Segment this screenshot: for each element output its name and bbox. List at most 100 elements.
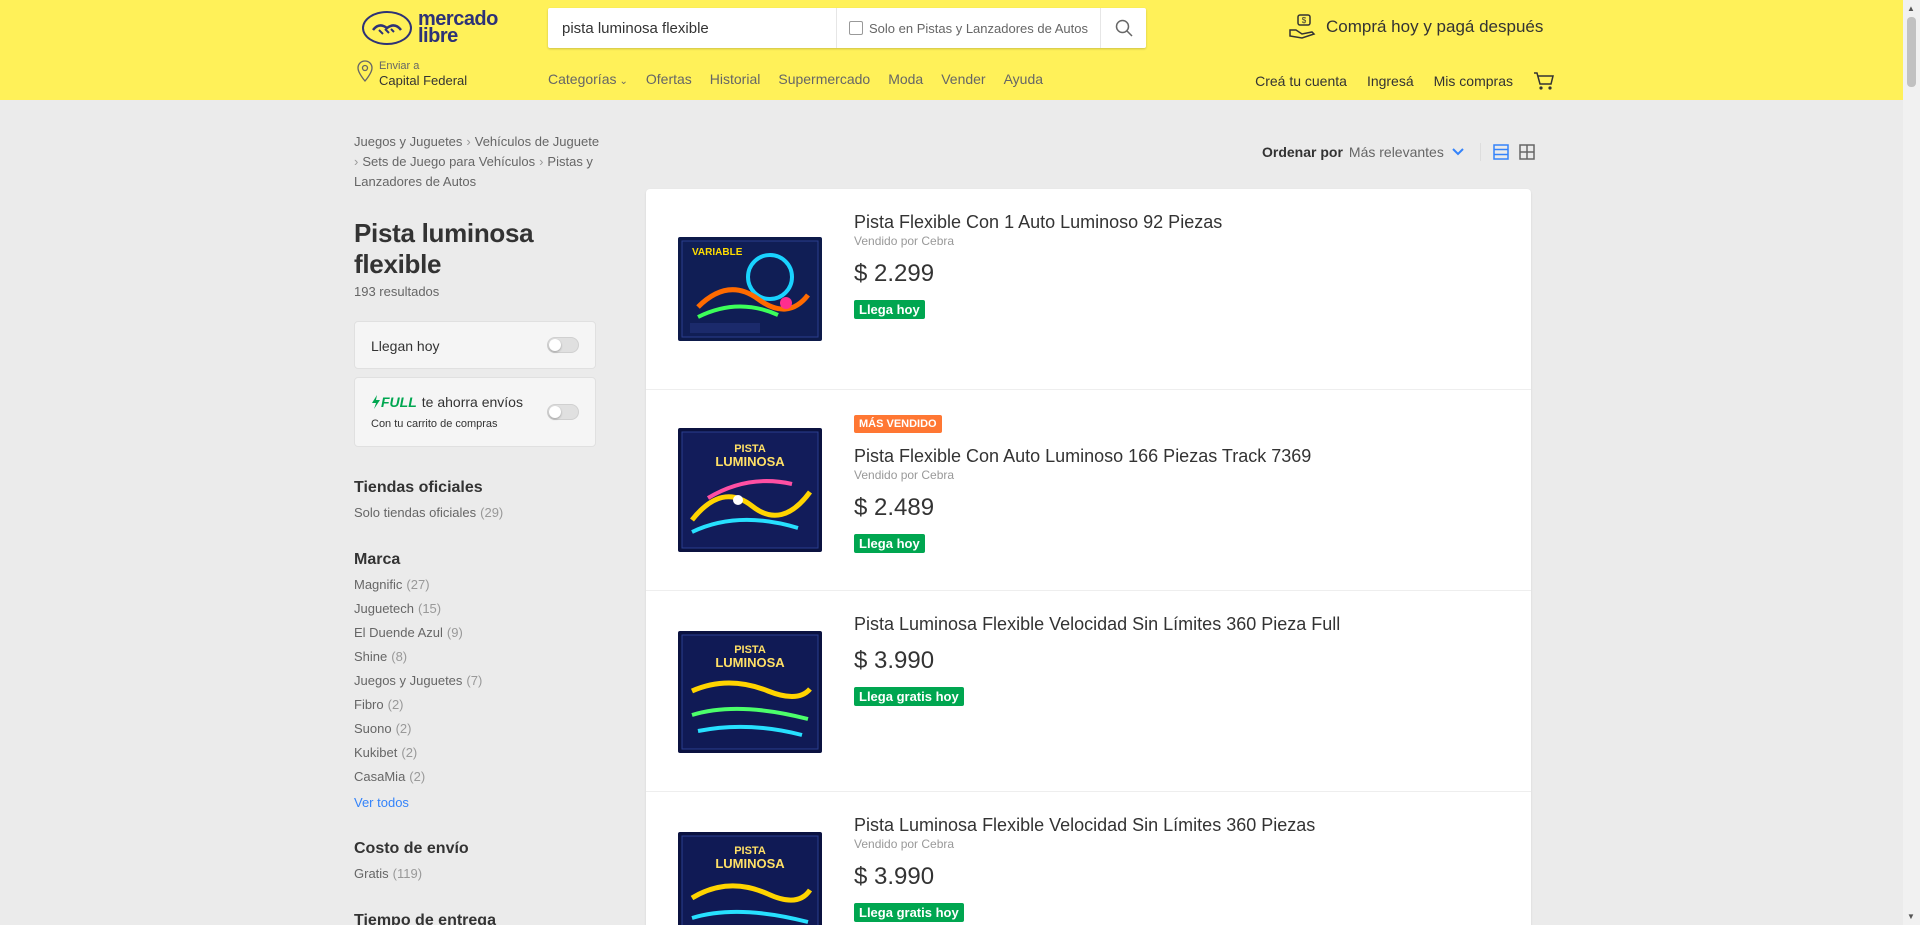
box-art-text: LUMINOSA (715, 856, 785, 871)
marca-filter-item[interactable]: Fibro (2) (354, 697, 624, 713)
sort-dropdown[interactable]: Más relevantes (1349, 144, 1464, 160)
product-title[interactable]: Pista Luminosa Flexible Velocidad Sin Lí… (854, 613, 1340, 635)
filter-link-label: Gratis (354, 866, 389, 881)
filter-full[interactable]: FULL te ahorra envíos Con tu carrito de … (354, 377, 596, 447)
breadcrumb-item[interactable]: Juegos y Juguetes (354, 134, 462, 149)
sort-label: Ordenar por (1262, 144, 1343, 160)
promo-text: Comprá hoy y pagá después (1326, 17, 1544, 36)
scroll-down-icon[interactable]: ▼ (1907, 912, 1915, 921)
full-text: te ahorra envíos (421, 394, 523, 410)
nav-categorias[interactable]: Categorías ⌄ (548, 71, 628, 87)
marca-filter-item[interactable]: Suono (2) (354, 721, 624, 737)
result-item[interactable]: PISTA LUMINOSA MÁS VENDIDO Pista Flexibl… (646, 390, 1531, 591)
section-entrega: Tiempo de entrega (354, 912, 496, 925)
marca-filter-count: (2) (395, 721, 412, 736)
product-title[interactable]: Pista Luminosa Flexible Velocidad Sin Lí… (854, 814, 1315, 836)
marca-filter-label: Shine (354, 649, 388, 664)
grid-view-icon[interactable] (1519, 144, 1535, 160)
result-item[interactable]: PISTA LUMINOSA Pista Luminosa Flexible V… (646, 792, 1531, 925)
nav-historial[interactable]: Historial (710, 71, 761, 87)
box-art-text: VARIABLE (692, 247, 743, 258)
marca-filter-item[interactable]: Juegos y Juguetes (7) (354, 673, 624, 689)
box-art-text: LUMINOSA (715, 454, 785, 469)
create-account-link[interactable]: Creá tu cuenta (1255, 73, 1347, 89)
chevron-down-icon (1452, 148, 1464, 156)
chevron-down-icon: ⌄ (619, 76, 628, 87)
nav-ofertas[interactable]: Ofertas (646, 71, 692, 87)
full-line: FULL te ahorra envíos (371, 394, 523, 410)
sort-bar: Ordenar por Más relevantes (1262, 143, 1535, 161)
mercadolibre-logo[interactable]: mercado libre (362, 9, 502, 46)
shipping-badge: Llega gratis hoy (854, 903, 964, 922)
search-icon (1115, 19, 1133, 37)
logo-text: mercado libre (418, 9, 498, 46)
shipping-badge: Llega hoy (854, 300, 925, 319)
checkbox-box[interactable] (849, 21, 863, 35)
nav-supermercado[interactable]: Supermercado (778, 71, 870, 87)
breadcrumb-item[interactable]: Sets de Juego para Vehículos (362, 154, 535, 169)
scroll-thumb[interactable] (1907, 17, 1916, 87)
product-title[interactable]: Pista Flexible Con 1 Auto Luminoso 92 Pi… (854, 211, 1222, 233)
marca-filter-item[interactable]: El Duende Azul (9) (354, 625, 624, 641)
marca-filter-count: (9) (446, 625, 463, 640)
product-image[interactable]: VARIABLE (678, 237, 822, 341)
toggle-full[interactable] (547, 404, 579, 420)
marca-filter-label: Juegos y Juguetes (354, 673, 463, 688)
promo-banner[interactable]: $ Comprá hoy y pagá después (1288, 14, 1543, 40)
page-title: Pista luminosa flexible (354, 218, 534, 279)
section-envio: Costo de envío (354, 840, 469, 857)
product-image[interactable]: PISTA LUMINOSA (678, 428, 822, 552)
marca-filter-label: Juguetech (354, 601, 414, 616)
product-title[interactable]: Pista Flexible Con Auto Luminoso 166 Pie… (854, 445, 1311, 467)
search-button[interactable] (1100, 8, 1146, 48)
scrollbar[interactable]: ▲ ▼ (1903, 0, 1920, 925)
results-count: 193 resultados (354, 284, 440, 299)
section-tiendas: Tiendas oficiales (354, 479, 483, 496)
marca-filter-label: Fibro (354, 697, 384, 712)
category-filter-checkbox[interactable]: Solo en Pistas y Lanzadores de Autos (849, 21, 1088, 36)
nav-moda[interactable]: Moda (888, 71, 923, 87)
marca-filter-item[interactable]: Kukibet (2) (354, 745, 624, 761)
sidebar: Juegos y Juguetes › Vehículos de Juguete ›… (354, 132, 624, 925)
ver-todos-link[interactable]: Ver todos (354, 795, 624, 810)
marca-filter-label: Kukibet (354, 745, 398, 760)
marca-filter-item[interactable]: Juguetech (15) (354, 601, 624, 617)
filter-count: (119) (392, 866, 423, 881)
nav-vender[interactable]: Vender (941, 71, 985, 87)
filter-link[interactable]: Solo tiendas oficiales (29) (354, 505, 624, 521)
marca-filter-label: CasaMia (354, 769, 406, 784)
marca-filter-item[interactable]: Shine (8) (354, 649, 624, 665)
marca-filter-label: El Duende Azul (354, 625, 443, 640)
list-view-icon[interactable] (1493, 144, 1509, 160)
breadcrumb-separator-icon: › (466, 134, 471, 149)
hand-money-icon: $ (1289, 14, 1316, 39)
scroll-up-icon[interactable]: ▲ (1907, 4, 1915, 13)
location-selector[interactable]: Enviar a Capital Federal (357, 60, 467, 89)
product-price: $ 2.299 (854, 260, 935, 287)
seller-label: Vendido por Cebra (854, 837, 955, 851)
result-item[interactable]: VARIABLE Pista Flexible Con 1 Auto Lumin… (646, 189, 1531, 390)
login-link[interactable]: Ingresá (1367, 73, 1414, 89)
search-input[interactable] (562, 19, 832, 37)
product-price: $ 2.489 (854, 494, 935, 521)
toggle-today[interactable] (547, 337, 579, 353)
product-image[interactable]: PISTA LUMINOSA (678, 832, 822, 925)
filter-count: (29) (480, 505, 504, 520)
filter-today[interactable]: Llegan hoy (354, 321, 596, 369)
cart-icon[interactable] (1533, 71, 1555, 91)
breadcrumb-separator-icon: › (354, 154, 359, 169)
seller-label: Vendido por Cebra (854, 234, 955, 248)
product-image[interactable]: PISTA LUMINOSA (678, 631, 822, 753)
marca-filter-label: Magnific (354, 577, 403, 592)
marca-filter-count: (2) (387, 697, 404, 712)
breadcrumb: Juegos y Juguetes › Vehículos de Juguete ›… (354, 132, 626, 192)
breadcrumb-item[interactable]: Vehículos de Juguete (475, 134, 599, 149)
location-label: Enviar a (379, 60, 420, 72)
nav-ayuda[interactable]: Ayuda (1004, 71, 1043, 87)
result-item[interactable]: PISTA LUMINOSA Pista Luminosa Flexible V… (646, 591, 1531, 792)
marca-filter-item[interactable]: Magnific (27) (354, 577, 624, 593)
filter-link[interactable]: Gratis (119) (354, 866, 624, 882)
marca-filter-item[interactable]: CasaMia (2) (354, 769, 624, 785)
handshake-icon (362, 11, 412, 45)
my-purchases-link[interactable]: Mis compras (1434, 73, 1513, 89)
